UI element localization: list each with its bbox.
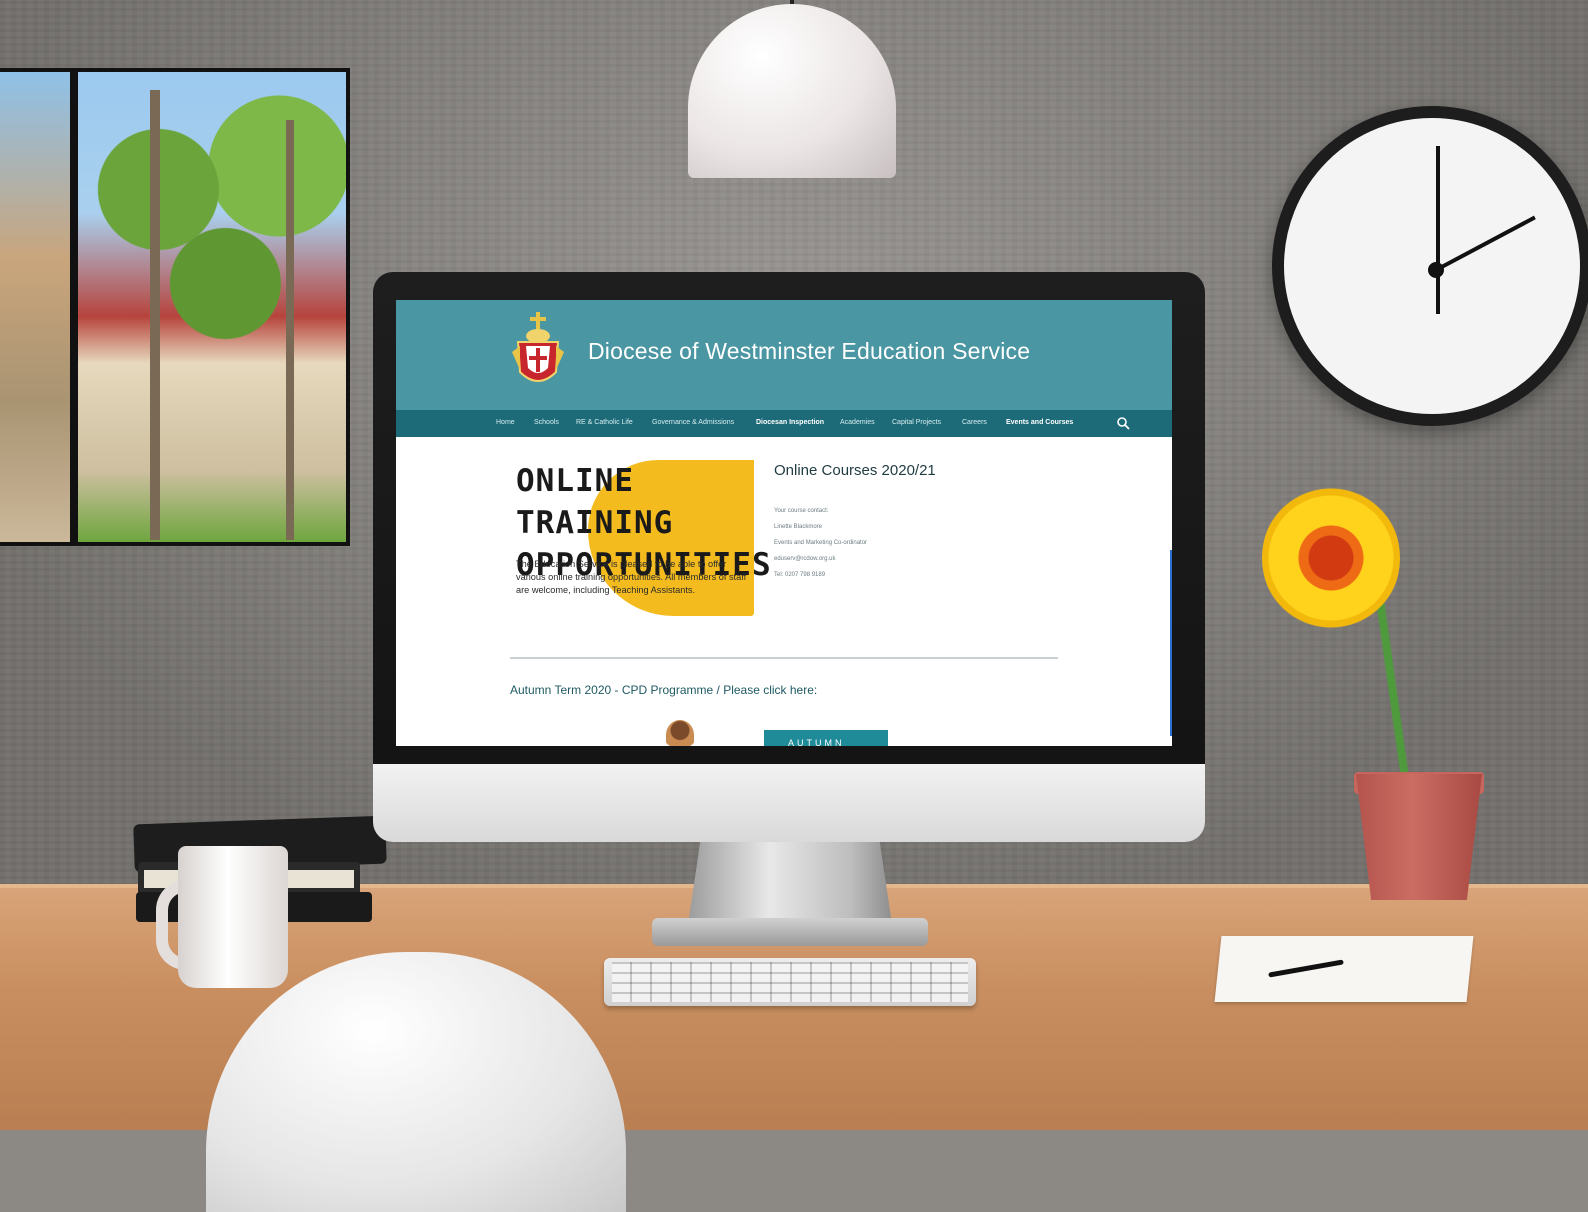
nav-item-diocesan-inspection[interactable]: Diocesan Inspection (756, 419, 824, 426)
keyboard-keys (612, 962, 968, 1002)
autumn-thumbnail-label: AUTUMN (788, 738, 845, 746)
diocese-crest-logo[interactable] (512, 312, 564, 392)
contact-email[interactable]: eduserv@rcdow.org.uk (774, 551, 974, 567)
main-nav: Home Schools RE & Catholic Life Governan… (396, 410, 1172, 437)
nav-item-schools[interactable]: Schools (534, 419, 559, 426)
nav-item-events-courses[interactable]: Events and Courses (1006, 419, 1073, 426)
sunflower-head (1262, 484, 1400, 632)
nav-item-re-catholic-life[interactable]: RE & Catholic Life (576, 419, 633, 426)
nav-item-governance[interactable]: Governance & Admissions (652, 419, 734, 426)
clock-minute-hand (1436, 146, 1440, 314)
section-divider (510, 657, 1058, 659)
window-pane-left (0, 72, 70, 542)
monitor-chin (373, 764, 1205, 842)
tree-trunk (150, 90, 160, 540)
cpd-programme-link[interactable]: Autumn Term 2020 - CPD Programme / Pleas… (510, 683, 817, 697)
contact-role: Events and Marketing Co-ordinator (774, 540, 868, 546)
contact-intro: Your course contact: (774, 508, 829, 514)
search-icon[interactable] (1116, 416, 1130, 430)
nav-item-home[interactable]: Home (496, 419, 515, 426)
monitor-stand-foot (652, 918, 928, 946)
window-pane-trees (78, 72, 346, 542)
promo-body-text: The Education Service is pleased to be a… (516, 559, 747, 595)
coffee-mug (178, 846, 288, 988)
contact-block: Your course contact: Linette Blackmore E… (774, 503, 974, 583)
courses-title: Online Courses 2020/21 (774, 462, 936, 479)
nav-item-careers[interactable]: Careers (962, 419, 987, 426)
clock-center-pin (1428, 262, 1444, 278)
nav-item-capital-projects[interactable]: Capital Projects (892, 419, 941, 426)
site-header: Diocese of Westminster Education Service (396, 300, 1172, 410)
paper-sheet (1214, 936, 1474, 1002)
website-screen: Diocese of Westminster Education Service… (396, 300, 1172, 746)
person-thumbnail[interactable] (666, 720, 694, 746)
site-title[interactable]: Diocese of Westminster Education Service (588, 338, 1030, 365)
contact-phone: Tel: 0207 798 9189 (774, 572, 826, 578)
nav-item-academies[interactable]: Academies (840, 419, 875, 426)
flower-pot (1356, 774, 1482, 900)
monitor-stand (688, 842, 892, 924)
scrollbar[interactable] (1170, 550, 1172, 736)
contact-name: Linette Blackmore (774, 524, 823, 530)
tree-trunk (286, 120, 294, 540)
